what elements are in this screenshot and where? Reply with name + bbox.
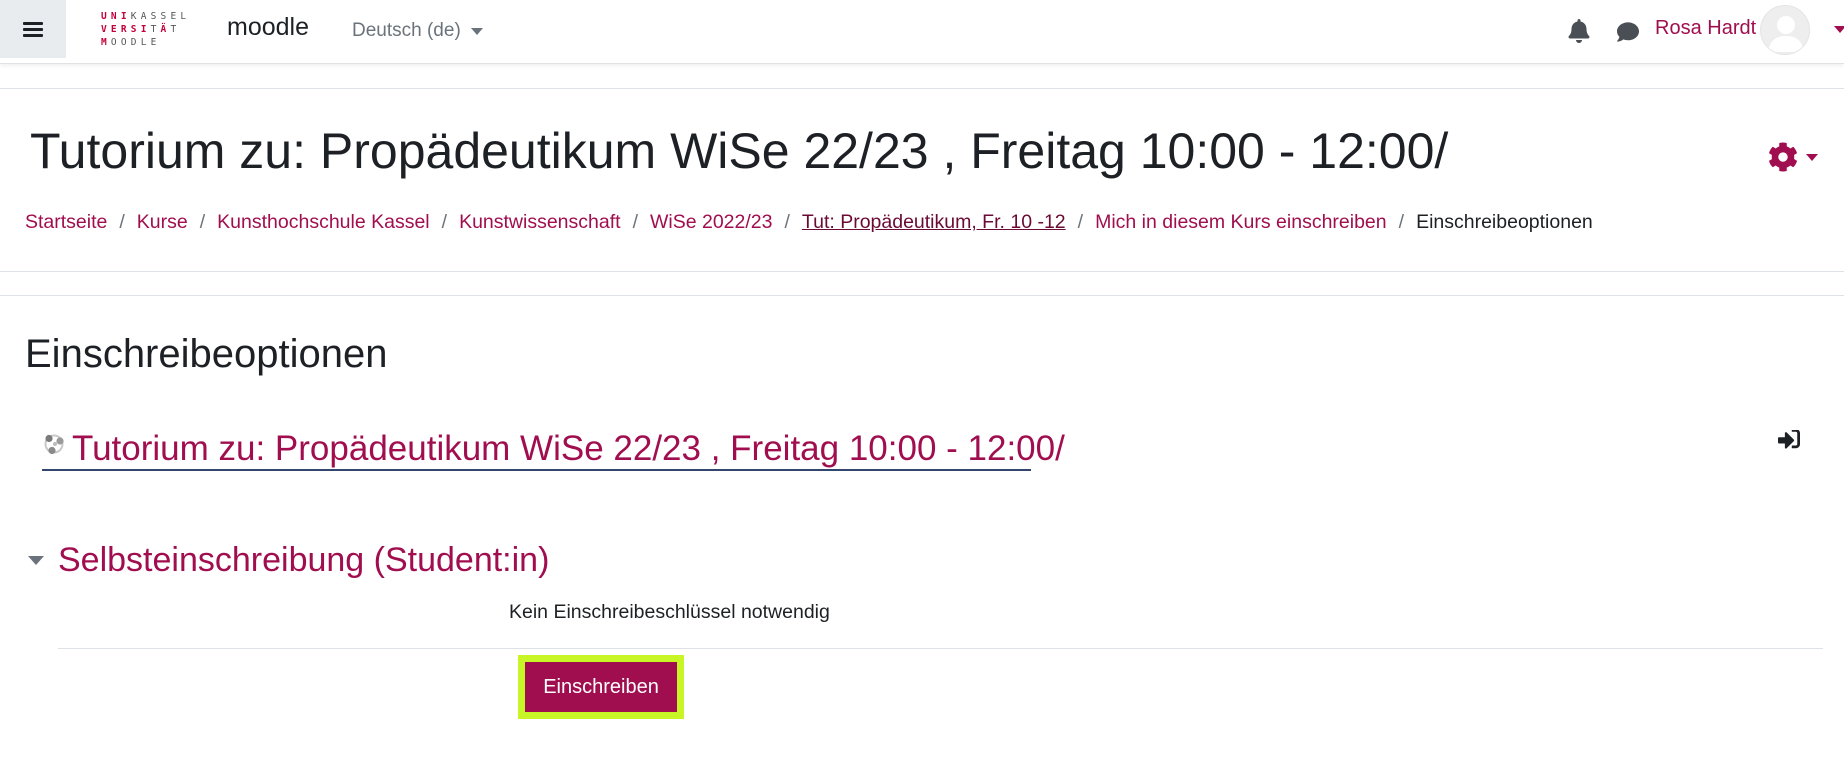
breadcrumb-kunsthochschule[interactable]: Kunsthochschule Kassel <box>217 211 429 234</box>
breadcrumb-courses[interactable]: Kurse <box>137 211 188 234</box>
avatar[interactable] <box>1760 5 1810 55</box>
enrol-button[interactable]: Einschreiben <box>525 662 677 712</box>
breadcrumb-current: Einschreibeoptionen <box>1416 211 1593 233</box>
breadcrumb-separator: / <box>441 211 448 233</box>
breadcrumb-separator: / <box>784 211 790 233</box>
course-settings-menu[interactable] <box>1768 142 1824 172</box>
chevron-down-icon <box>1806 153 1818 161</box>
sign-in-icon[interactable] <box>1778 430 1800 450</box>
enrolment-options-heading: Einschreibeoptionen <box>25 332 388 376</box>
enrolment-key-info: Kein Einschreibeschlüssel notwendig <box>509 601 830 623</box>
language-menu[interactable]: Deutsch (de) <box>352 20 483 42</box>
gear-icon <box>1769 142 1797 172</box>
enrol-button-highlight: Einschreiben <box>518 655 684 719</box>
site-logo[interactable]: UNIKASSEL VERSITÄT MOODLE <box>101 11 216 51</box>
course-link-underline <box>42 469 1031 471</box>
logo-row-1: UNIKASSEL <box>101 11 191 22</box>
breadcrumb-separator: / <box>632 211 638 233</box>
form-divider <box>58 648 1823 649</box>
course-title-link[interactable]: Tutorium zu: Propädeutikum WiSe 22/23 , … <box>72 428 1065 470</box>
language-label: Deutsch (de) <box>352 20 461 41</box>
breadcrumb-separator: / <box>199 211 206 233</box>
logo-row-2: VERSITÄT <box>101 24 181 35</box>
breadcrumb-enrol-me[interactable]: Mich in diesem Kurs einschreiben <box>1095 211 1387 234</box>
breadcrumb-separator: / <box>1398 211 1405 233</box>
user-menu-name[interactable]: Rosa Hardt <box>1655 17 1756 40</box>
breadcrumb: Startseite / Kurse / Kunsthochschule Kas… <box>25 211 1593 234</box>
chevron-down-icon <box>470 27 483 35</box>
top-navbar: UNIKASSEL VERSITÄT MOODLE moodle Deutsch… <box>0 0 1844 64</box>
chat-icon[interactable] <box>1616 21 1640 43</box>
course-icon <box>44 434 64 455</box>
page-title: Tutorium zu: Propädeutikum WiSe 22/23 , … <box>30 123 1449 179</box>
breadcrumb-semester[interactable]: WiSe 2022/23 <box>650 211 773 234</box>
header-divider-top <box>0 88 1844 89</box>
hamburger-icon <box>23 21 43 37</box>
user-menu-chevron-icon[interactable] <box>1834 26 1844 33</box>
breadcrumb-home[interactable]: Startseite <box>25 211 107 234</box>
breadcrumb-kunstwissenschaft[interactable]: Kunstwissenschaft <box>459 211 621 234</box>
drawer-toggle-button[interactable] <box>0 0 66 58</box>
collapse-toggle-icon[interactable] <box>28 556 44 565</box>
brand-name[interactable]: moodle <box>227 13 309 42</box>
bell-icon[interactable] <box>1568 19 1590 43</box>
breadcrumb-separator: / <box>1077 211 1084 233</box>
logo-row-3: MOODLE <box>101 37 161 48</box>
breadcrumb-separator: / <box>119 211 125 233</box>
breadcrumb-course[interactable]: Tut: Propädeutikum, Fr. 10 -12 <box>802 211 1066 234</box>
user-avatar-icon <box>1768 16 1804 52</box>
self-enrolment-heading[interactable]: Selbsteinschreibung (Student:in) <box>58 540 549 581</box>
header-divider-bottom <box>0 271 1844 272</box>
main-divider-top <box>0 295 1844 296</box>
